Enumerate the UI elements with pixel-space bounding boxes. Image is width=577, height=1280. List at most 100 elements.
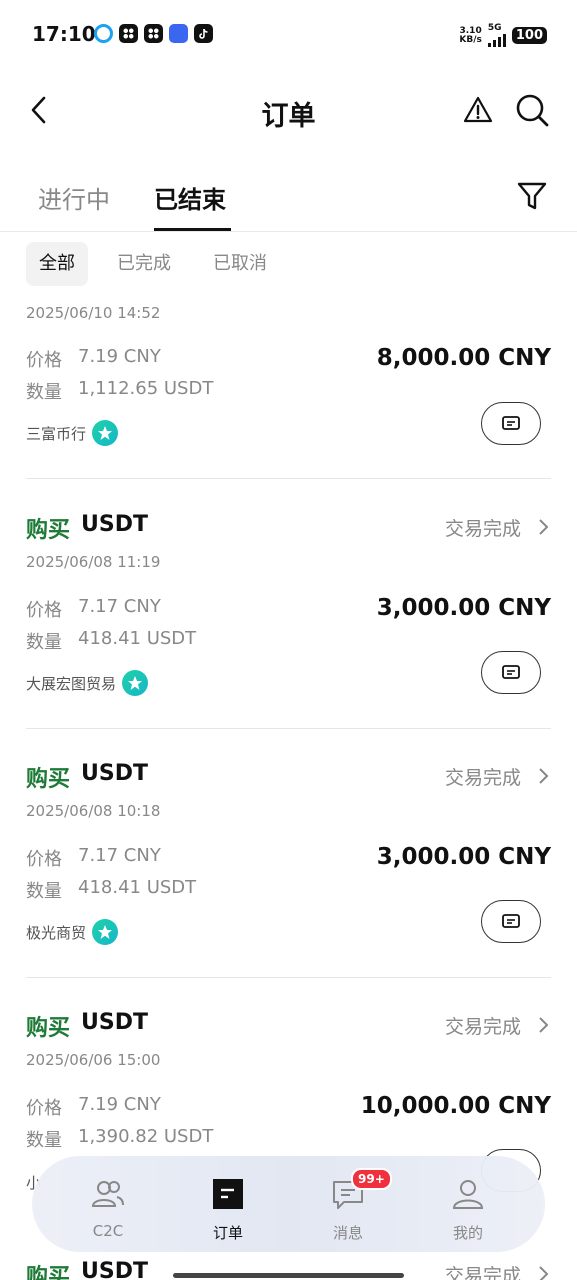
order-date: 2025/06/10 14:52 — [26, 304, 161, 322]
price-label: 价格 — [26, 600, 62, 621]
chevron-right-icon — [539, 519, 549, 535]
order-card[interactable]: 购买 USDT 交易完成 2025/06/08 11:19 价格 7.17 CN… — [26, 512, 551, 712]
filter-icon[interactable] — [514, 178, 550, 214]
grid-app-icon — [119, 24, 138, 43]
divider — [26, 728, 551, 729]
nav-label: 我的 — [452, 1224, 483, 1242]
vivo-app-icon — [169, 24, 188, 43]
chat-button[interactable] — [481, 900, 541, 943]
order-date: 2025/06/06 15:00 — [26, 1051, 161, 1069]
network-speed-unit: KB/s — [459, 34, 482, 45]
profile-icon — [452, 1180, 484, 1209]
order-status: 交易完成 — [444, 1016, 521, 1038]
quantity-label: 数量 — [26, 881, 62, 902]
status-bar: 17:10 3.10 KB/s 5G 100 — [0, 0, 577, 70]
quantity-value: 418.41 USDT — [78, 877, 197, 898]
network-speed: 3.10 KB/s — [459, 26, 482, 45]
quantity-label: 数量 — [26, 632, 62, 653]
merchant-name: 三富币行 — [26, 424, 87, 443]
chevron-right-icon — [539, 1266, 549, 1280]
nav-label: C2C — [92, 1222, 124, 1240]
search-icon[interactable] — [514, 92, 550, 128]
verified-star-icon — [122, 670, 149, 696]
cloud-app-icon — [94, 24, 113, 43]
filter-all[interactable]: 全部 — [26, 242, 88, 286]
order-date: 2025/06/08 11:19 — [26, 553, 161, 571]
merchant[interactable]: 大展宏图贸易 — [26, 670, 149, 696]
order-status: 交易完成 — [444, 767, 521, 789]
divider — [26, 977, 551, 978]
nav-orders[interactable]: 订单 — [183, 1156, 273, 1252]
chevron-right-icon — [539, 768, 549, 784]
chat-icon — [502, 415, 520, 430]
order-side: 购买 — [26, 767, 71, 792]
verified-star-icon — [92, 919, 119, 945]
chat-icon — [502, 913, 520, 928]
quantity-value: 418.41 USDT — [78, 628, 197, 649]
battery-icon: 100 — [511, 27, 547, 44]
nav-profile[interactable]: 我的 — [423, 1156, 513, 1252]
merchant-name: 大展宏图贸易 — [26, 674, 117, 693]
order-total: 10,000.00 CNY — [360, 1093, 551, 1119]
price-value: 7.19 CNY — [78, 1094, 161, 1115]
tab-in-progress[interactable]: 进行中 — [38, 180, 110, 215]
users-icon — [91, 1181, 124, 1207]
nav-c2c[interactable]: C2C — [63, 1156, 153, 1252]
status-time: 17:10 — [32, 22, 96, 46]
home-indicator[interactable] — [173, 1273, 404, 1278]
merchant[interactable]: 三富币行 — [26, 420, 119, 446]
order-coin: USDT — [81, 761, 148, 786]
order-tabs: 进行中 已结束 — [0, 168, 577, 232]
order-card[interactable]: 购买 USDT 交易完成 2025/06/08 10:18 价格 7.17 CN… — [26, 761, 551, 961]
merchant[interactable]: 极光商贸 — [26, 919, 119, 945]
filter-cancelled[interactable]: 已取消 — [200, 242, 280, 286]
unread-badge: 99+ — [351, 1168, 392, 1190]
price-label: 价格 — [26, 849, 62, 870]
order-date: 2025/06/08 10:18 — [26, 802, 161, 820]
order-total: 3,000.00 CNY — [376, 595, 551, 621]
tiktok-app-icon — [194, 24, 213, 43]
nav-label: 订单 — [212, 1224, 243, 1242]
filter-completed[interactable]: 已完成 — [104, 242, 184, 286]
price-value: 7.17 CNY — [78, 845, 161, 866]
tab-finished[interactable]: 已结束 — [154, 180, 226, 215]
signal-type: 5G — [487, 23, 502, 33]
app-header: 订单 — [0, 80, 577, 140]
chat-button[interactable] — [481, 651, 541, 694]
bottom-navigation: C2C 订单 99+ 消息 我的 — [32, 1156, 545, 1252]
quantity-value: 1,390.82 USDT — [78, 1126, 214, 1147]
chat-button[interactable] — [481, 402, 541, 445]
order-coin: USDT — [81, 1010, 148, 1035]
grid-app-icon — [144, 24, 163, 43]
signal-bars-icon — [487, 33, 506, 47]
order-total: 3,000.00 CNY — [376, 844, 551, 870]
warning-icon[interactable] — [463, 95, 493, 125]
price-value: 7.19 CNY — [78, 346, 161, 367]
active-tab-indicator — [154, 228, 231, 231]
price-value: 7.17 CNY — [78, 596, 161, 617]
order-side: 购买 — [26, 518, 71, 543]
order-side: 购买 — [26, 1016, 71, 1041]
quantity-label: 数量 — [26, 382, 62, 403]
notification-icons — [94, 24, 213, 43]
nav-messages[interactable]: 99+ 消息 — [303, 1156, 393, 1252]
order-total: 8,000.00 CNY — [376, 345, 551, 371]
merchant-name: 极光商贸 — [26, 923, 87, 942]
quantity-value: 1,112.65 USDT — [78, 378, 214, 399]
price-label: 价格 — [26, 350, 62, 371]
divider — [26, 478, 551, 479]
order-status: 交易完成 — [444, 1265, 521, 1280]
system-indicators: 3.10 KB/s 5G 100 — [459, 24, 547, 47]
order-card[interactable]: 2025/06/10 14:52 价格 7.19 CNY 数量 1,112.65… — [26, 300, 551, 470]
price-label: 价格 — [26, 1098, 62, 1119]
quantity-label: 数量 — [26, 1130, 62, 1151]
verified-star-icon — [92, 420, 119, 446]
order-coin: USDT — [81, 1259, 148, 1280]
order-status: 交易完成 — [444, 518, 521, 540]
nav-label: 消息 — [332, 1224, 363, 1242]
chevron-right-icon — [539, 1017, 549, 1033]
orders-icon — [213, 1179, 243, 1209]
order-coin: USDT — [81, 512, 148, 537]
order-side: 购买 — [26, 1265, 71, 1280]
chat-icon — [502, 664, 520, 679]
